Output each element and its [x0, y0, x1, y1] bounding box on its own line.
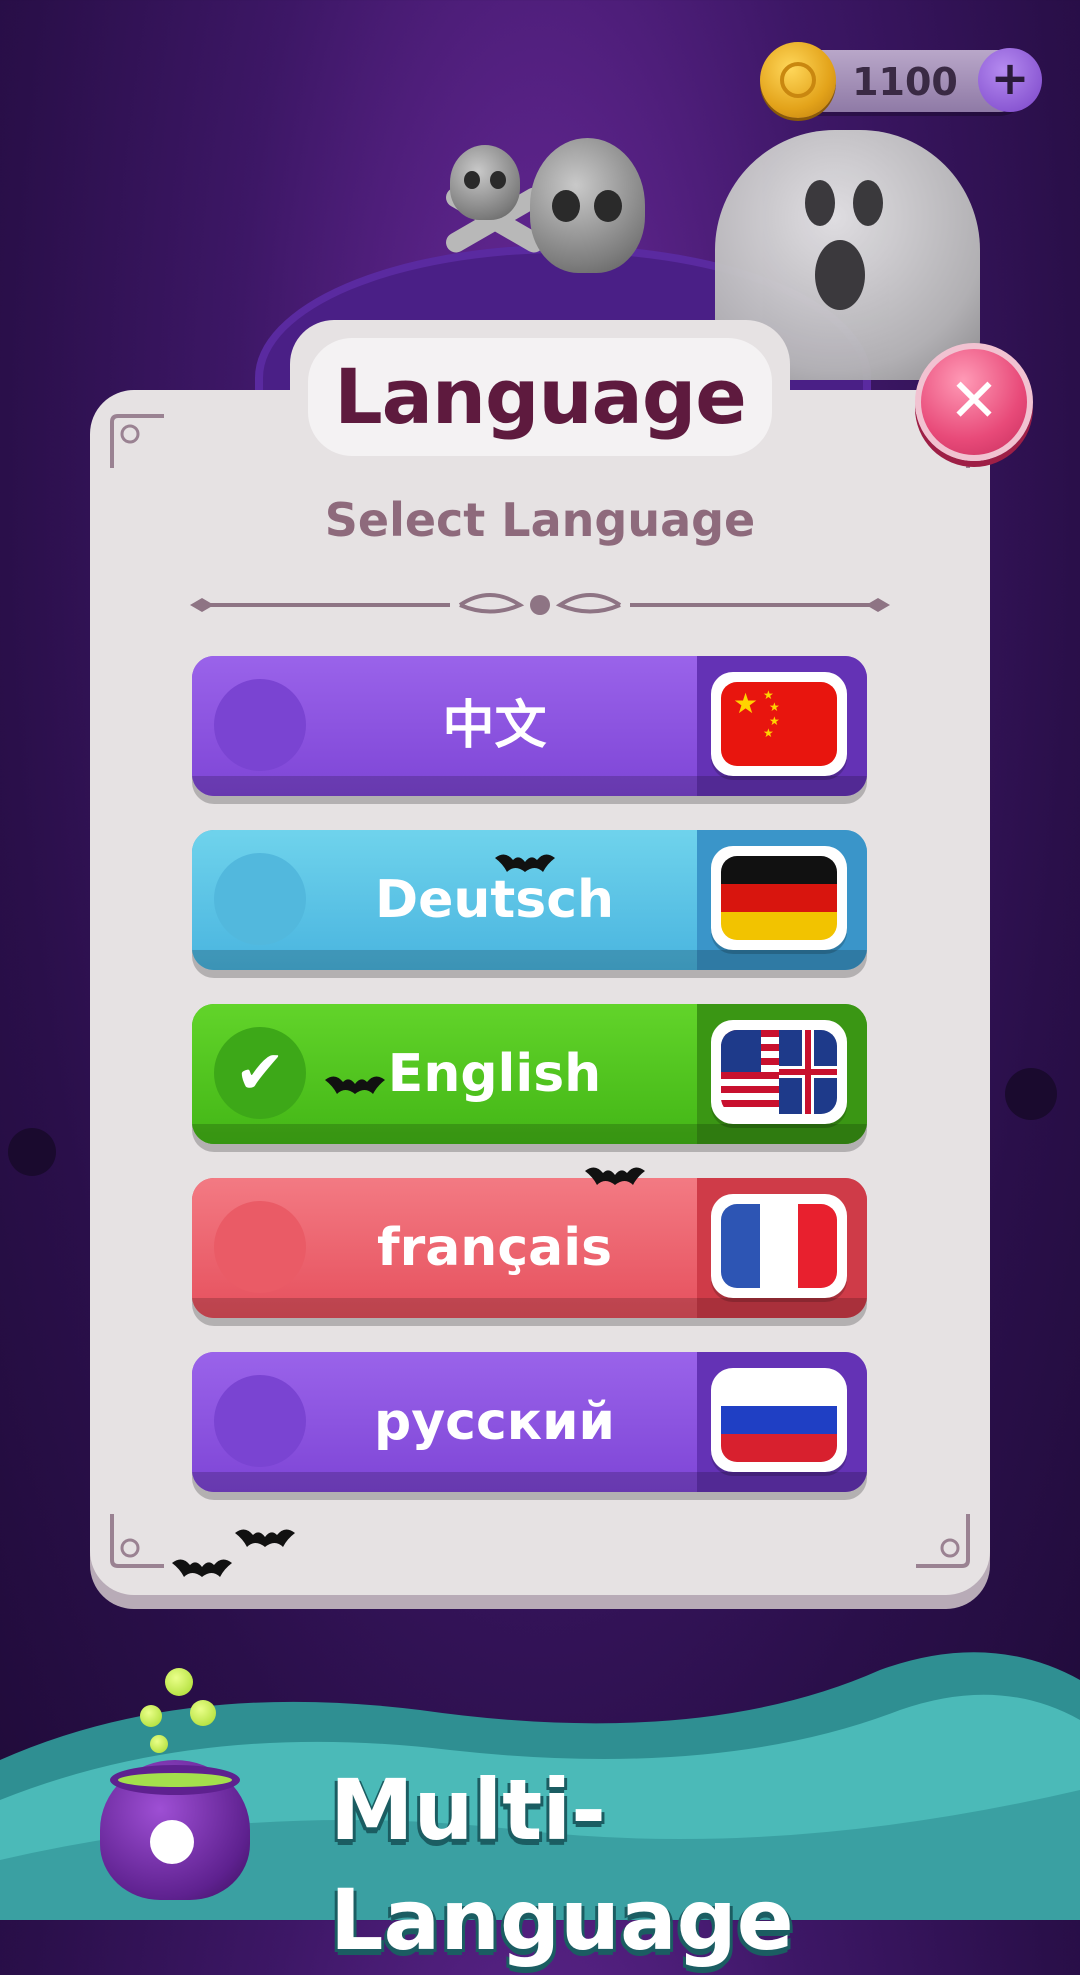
usa-uk-flag-icon — [711, 1020, 847, 1124]
coin-icon — [760, 42, 836, 118]
dark-orb — [8, 1128, 56, 1176]
close-button[interactable]: ✕ — [915, 343, 1033, 461]
corner-ornament — [110, 1514, 164, 1568]
plus-icon: + — [990, 51, 1030, 105]
dark-orb — [1005, 1068, 1057, 1120]
corner-ornament — [916, 1514, 970, 1568]
dialog-subtitle: Select Language — [324, 493, 756, 547]
coin-count: 1100 — [852, 60, 958, 104]
language-option-french[interactable]: français — [192, 1178, 867, 1318]
skull-small-icon — [450, 145, 520, 220]
language-label: français — [376, 1218, 613, 1278]
cauldron-rim — [110, 1765, 240, 1795]
bat-icon — [235, 1529, 295, 1547]
russia-flag-icon — [711, 1368, 847, 1472]
language-option-russian[interactable]: русский — [192, 1352, 867, 1492]
bubble — [150, 1735, 168, 1753]
bat-icon — [495, 854, 555, 872]
bubble — [140, 1705, 162, 1727]
add-coins-button[interactable]: + — [978, 48, 1042, 112]
bat-icon — [172, 1559, 232, 1577]
skull-icon — [150, 1820, 194, 1864]
language-label: 中文 — [442, 696, 547, 756]
germany-flag-icon — [711, 846, 847, 950]
language-option-chinese[interactable]: 中文 ★ ★ ★ ★ ★ — [192, 656, 867, 796]
corner-ornament — [110, 414, 164, 468]
france-flag-icon — [711, 1194, 847, 1298]
china-flag-icon: ★ ★ ★ ★ ★ — [711, 672, 847, 776]
bat-icon — [325, 1076, 385, 1094]
bat-icon — [585, 1167, 645, 1185]
skull-large-icon — [530, 138, 645, 273]
bubble — [165, 1668, 193, 1696]
dialog-title: Language — [334, 352, 747, 441]
bubble — [190, 1700, 216, 1726]
language-label: русский — [374, 1392, 615, 1452]
footer-banner-text: Multi-Language — [330, 1761, 794, 1969]
close-icon: ✕ — [948, 366, 1000, 436]
ornament-divider — [190, 593, 890, 615]
language-option-english[interactable]: ✔ English — [192, 1004, 867, 1144]
